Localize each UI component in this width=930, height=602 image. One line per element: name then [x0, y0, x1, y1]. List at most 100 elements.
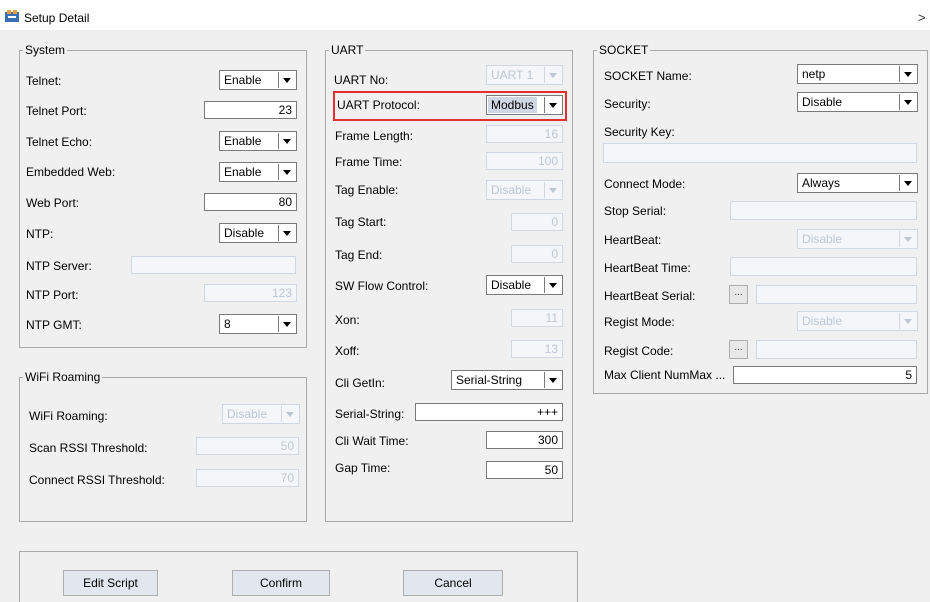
tag-start-label: Tag Start:: [335, 215, 387, 229]
uart-group-title: UART: [329, 43, 366, 57]
chevron-down-icon: [544, 277, 561, 293]
connect-mode-select[interactable]: Always: [797, 173, 918, 193]
ntp-select[interactable]: Disable: [219, 223, 297, 243]
chevron-down-icon: [899, 94, 916, 110]
stop-serial-input[interactable]: [730, 201, 917, 220]
sw-flow-select[interactable]: Disable: [486, 275, 563, 295]
connect-mode-label: Connect Mode:: [604, 177, 686, 191]
security-key-label: Security Key:: [604, 125, 675, 139]
chevron-down-icon: [544, 182, 561, 198]
gap-time-input[interactable]: 50: [486, 461, 563, 479]
cancel-button[interactable]: Cancel: [403, 570, 503, 596]
xoff-input[interactable]: 13: [511, 340, 563, 358]
chevron-down-icon: [544, 97, 561, 113]
cli-wait-input[interactable]: 300: [486, 431, 563, 449]
ntp-gmt-select[interactable]: 8: [219, 314, 297, 334]
cli-getin-label: Cli GetIn:: [335, 376, 386, 390]
regist-mode-select[interactable]: Disable: [797, 311, 918, 331]
ntp-server-input[interactable]: [131, 256, 296, 274]
ntp-label: NTP:: [26, 227, 54, 241]
chevron-down-icon: [899, 231, 916, 247]
gap-time-label: Gap Time:: [335, 461, 391, 475]
xoff-label: Xoff:: [335, 344, 360, 358]
edit-script-button[interactable]: Edit Script: [63, 570, 158, 596]
max-client-input[interactable]: 5: [733, 366, 917, 384]
web-port-label: Web Port:: [26, 196, 80, 210]
chevron-down-icon: [281, 406, 298, 422]
title-bar: [0, 0, 930, 30]
serial-string-label: Serial-String:: [335, 407, 405, 421]
socket-name-select[interactable]: netp: [797, 64, 918, 84]
telnet-port-input[interactable]: 23: [204, 101, 297, 119]
security-select[interactable]: Disable: [797, 92, 918, 112]
ntp-port-input[interactable]: 123: [204, 284, 297, 302]
chevron-down-icon: [899, 313, 916, 329]
uart-no-label: UART No:: [334, 73, 389, 87]
chevron-down-icon: [278, 164, 295, 180]
xon-label: Xon:: [335, 313, 360, 327]
ntp-port-label: NTP Port:: [26, 288, 79, 302]
security-label: Security:: [604, 97, 651, 111]
confirm-button[interactable]: Confirm: [232, 570, 330, 596]
heartbeat-time-label: HeartBeat Time:: [604, 261, 691, 275]
telnet-echo-label: Telnet Echo:: [26, 135, 93, 149]
ntp-gmt-label: NTP GMT:: [26, 318, 82, 332]
tag-enable-label: Tag Enable:: [335, 183, 399, 197]
chevron-down-icon: [278, 225, 295, 241]
embedded-web-select[interactable]: Enable: [219, 162, 297, 182]
telnet-port-label: Telnet Port:: [26, 104, 87, 118]
heartbeat-serial-browse-button[interactable]: ...: [729, 285, 748, 304]
max-client-label: Max Client NumMax ...: [604, 368, 726, 382]
uart-protocol-label: UART Protocol:: [337, 98, 420, 112]
chevron-down-icon: [278, 133, 295, 149]
regist-code-input[interactable]: [756, 340, 917, 359]
frame-length-input[interactable]: 16: [486, 125, 563, 143]
chevron-down-icon: [278, 316, 295, 332]
heartbeat-serial-input[interactable]: [756, 285, 917, 304]
tag-end-label: Tag End:: [335, 248, 383, 262]
embedded-web-label: Embedded Web:: [26, 165, 116, 179]
window-title: Setup Detail: [24, 11, 90, 25]
chevron-down-icon: [544, 67, 561, 83]
chevron-down-icon: [899, 175, 916, 191]
uart-no-select[interactable]: UART 1: [486, 65, 563, 85]
chevron-down-icon: [899, 66, 916, 82]
serial-string-input[interactable]: +++: [415, 403, 563, 421]
stop-serial-label: Stop Serial:: [604, 204, 667, 218]
scan-rssi-input[interactable]: 50: [196, 437, 299, 455]
scan-rssi-label: Scan RSSI Threshold:: [29, 441, 148, 455]
telnet-echo-select[interactable]: Enable: [219, 131, 297, 151]
cli-getin-select[interactable]: Serial-String: [451, 370, 563, 390]
connect-rssi-label: Connect RSSI Threshold:: [29, 473, 165, 487]
socket-group-title: SOCKET: [597, 43, 651, 57]
cli-wait-label: Cli Wait Time:: [335, 434, 409, 448]
tag-end-input[interactable]: 0: [511, 245, 563, 263]
frame-length-label: Frame Length:: [335, 129, 414, 143]
frame-time-label: Frame Time:: [335, 155, 403, 169]
chevron-right-icon[interactable]: >: [918, 10, 926, 25]
connect-rssi-input[interactable]: 70: [196, 469, 299, 487]
tag-start-input[interactable]: 0: [511, 213, 563, 231]
tag-enable-select[interactable]: Disable: [486, 180, 563, 200]
xon-input[interactable]: 11: [511, 309, 563, 327]
chevron-down-icon: [544, 372, 561, 388]
regist-mode-label: Regist Mode:: [604, 315, 675, 329]
wifi-roaming-group-title: WiFi Roaming: [23, 370, 103, 384]
heartbeat-serial-label: HeartBeat Serial:: [604, 289, 696, 303]
socket-name-label: SOCKET Name:: [604, 69, 692, 83]
regist-code-label: Regist Code:: [604, 344, 674, 358]
uart-protocol-select[interactable]: Modbus: [486, 95, 563, 115]
sw-flow-label: SW Flow Control:: [335, 279, 429, 293]
regist-code-browse-button[interactable]: ...: [729, 340, 748, 359]
chevron-down-icon: [278, 72, 295, 88]
wifi-roaming-label: WiFi Roaming:: [29, 409, 108, 423]
wifi-roaming-select[interactable]: Disable: [222, 404, 300, 424]
heartbeat-time-input[interactable]: [730, 257, 917, 276]
frame-time-input[interactable]: 100: [486, 152, 563, 170]
telnet-select[interactable]: Enable: [219, 70, 297, 90]
web-port-input[interactable]: 80: [204, 193, 297, 211]
app-setup-icon: [5, 10, 19, 22]
heartbeat-select[interactable]: Disable: [797, 229, 918, 249]
system-group-title: System: [23, 43, 68, 57]
security-key-input[interactable]: [603, 143, 917, 163]
